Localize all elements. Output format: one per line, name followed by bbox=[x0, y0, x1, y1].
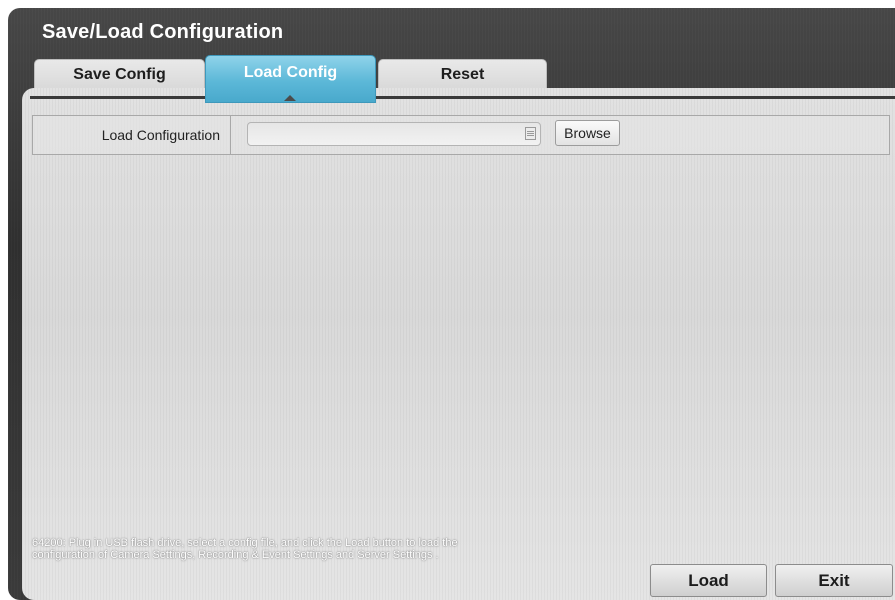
browse-button[interactable]: Browse bbox=[555, 120, 620, 146]
help-text: 64200: Plug in USB flash drive, select a… bbox=[32, 537, 458, 561]
load-configuration-row: Load Configuration Browse bbox=[32, 115, 890, 155]
window-title: Save/Load Configuration bbox=[42, 21, 284, 43]
active-tab-pointer bbox=[284, 95, 296, 101]
load-button[interactable]: Load bbox=[650, 564, 767, 597]
document-icon bbox=[525, 127, 536, 140]
tab-divider bbox=[30, 96, 895, 99]
content-panel: Load Configuration Browse 64200: Plug in… bbox=[22, 88, 895, 600]
exit-button[interactable]: Exit bbox=[775, 564, 893, 597]
load-configuration-label: Load Configuration bbox=[33, 116, 231, 154]
config-window: Save/Load Configuration Save Config Load… bbox=[8, 8, 895, 600]
config-file-field[interactable] bbox=[247, 122, 541, 146]
